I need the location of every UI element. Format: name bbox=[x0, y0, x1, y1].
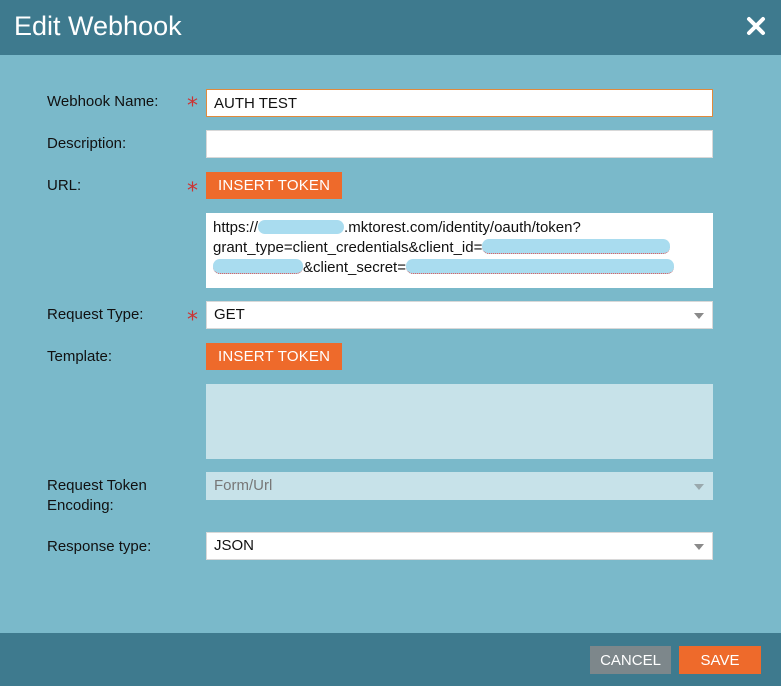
description-label: Description: bbox=[47, 135, 127, 152]
response-type-select[interactable]: JSON bbox=[206, 532, 713, 560]
webhook-name-input[interactable] bbox=[206, 89, 713, 117]
response-type-value: JSON bbox=[214, 537, 255, 554]
request-type-select[interactable]: GET bbox=[206, 301, 713, 329]
url-line-1: https:// .mktorest.com/identity/oauth/tok… bbox=[213, 218, 706, 238]
request-type-label: Request Type: bbox=[47, 306, 144, 323]
template-textarea[interactable] bbox=[206, 384, 713, 459]
description-input[interactable] bbox=[206, 130, 713, 158]
dialog-footer: CANCEL SAVE bbox=[0, 633, 781, 686]
request-token-encoding-value: Form/Url bbox=[214, 477, 273, 494]
url-client-secret-text: &client_secret= bbox=[303, 259, 406, 276]
chevron-down-icon bbox=[694, 313, 704, 319]
url-host-suffix-text: .mktorest.com/identity/oauth/token? bbox=[344, 219, 581, 236]
save-button[interactable]: SAVE bbox=[679, 646, 761, 674]
url-grant-type-text: grant_type=client_credentials&client_id= bbox=[213, 239, 483, 256]
chevron-down-icon bbox=[694, 484, 704, 490]
response-type-label: Response type: bbox=[47, 538, 152, 555]
request-token-encoding-select: Form/Url bbox=[206, 472, 713, 500]
dialog-title: Edit Webhook bbox=[14, 11, 182, 41]
template-insert-token-button[interactable]: INSERT TOKEN bbox=[206, 343, 343, 370]
request-token-encoding-label-line1: Request Token bbox=[47, 477, 147, 494]
close-icon[interactable] bbox=[742, 12, 770, 40]
required-asterisk: * bbox=[187, 179, 198, 204]
redacted-value bbox=[482, 239, 671, 254]
url-label: URL: bbox=[47, 177, 82, 194]
url-insert-token-button[interactable]: INSERT TOKEN bbox=[206, 172, 343, 199]
url-line-2: grant_type=client_credentials&client_id= bbox=[213, 238, 706, 258]
url-prefix-text: https:// bbox=[213, 219, 259, 236]
redacted-value bbox=[405, 259, 674, 274]
required-asterisk: * bbox=[187, 94, 198, 119]
required-asterisk: * bbox=[187, 308, 198, 333]
redacted-value bbox=[213, 259, 303, 274]
template-label: Template: bbox=[47, 348, 113, 365]
redacted-value bbox=[258, 220, 345, 234]
request-token-encoding-label-line2: Encoding: bbox=[47, 497, 114, 514]
request-type-value: GET bbox=[214, 306, 245, 323]
cancel-button[interactable]: CANCEL bbox=[590, 646, 671, 674]
edit-webhook-dialog: Edit Webhook Webhook Name: * Description… bbox=[0, 0, 781, 686]
dialog-header: Edit Webhook bbox=[0, 0, 781, 55]
webhook-name-label: Webhook Name: bbox=[47, 93, 159, 110]
url-line-3: &client_secret= bbox=[213, 258, 706, 278]
chevron-down-icon bbox=[694, 544, 704, 550]
url-textarea[interactable]: https:// .mktorest.com/identity/oauth/tok… bbox=[206, 213, 713, 288]
